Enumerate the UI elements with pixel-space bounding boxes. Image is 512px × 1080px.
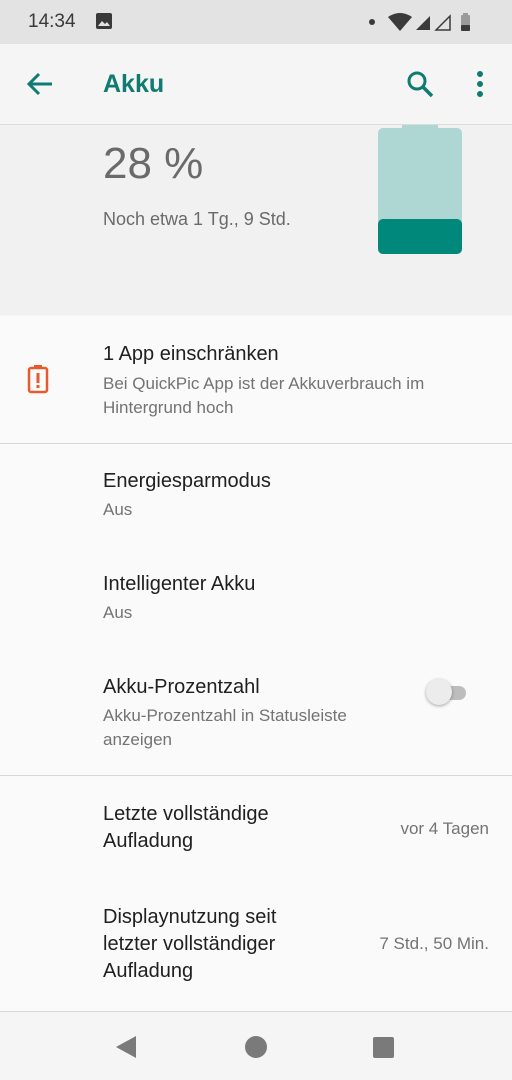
- battery-header: 28 % Noch etwa 1 Tg., 9 Std.: [0, 125, 512, 315]
- battery-percent: 28 %: [103, 139, 204, 188]
- app-bar: Akku: [0, 44, 512, 125]
- recents-square-icon[interactable]: [373, 1037, 394, 1058]
- energy-saver-title: Energiesparmodus: [103, 470, 271, 492]
- usage-section: Letzte vollständige Aufladung vor 4 Tage…: [0, 776, 512, 1011]
- status-time: 14:34: [28, 11, 76, 32]
- back-arrow-icon[interactable]: [22, 66, 58, 102]
- signal-empty-icon: [434, 14, 451, 31]
- image-notification-icon: [95, 12, 113, 35]
- last-full-charge-title-line2: Aufladung: [103, 830, 194, 852]
- battery-settings-section: Energiesparmodus Aus Intelligenter Akku …: [0, 444, 512, 775]
- wifi-icon: [388, 13, 412, 31]
- energy-saver-row[interactable]: Energiesparmodus Aus: [0, 444, 512, 546]
- search-icon[interactable]: [402, 66, 438, 102]
- last-full-charge-value: vor 4 Tagen: [400, 819, 489, 838]
- home-circle-icon[interactable]: [245, 1036, 267, 1058]
- battery-percentage-title: Akku-Prozentzahl: [103, 676, 260, 698]
- navigation-bar: [0, 1012, 512, 1080]
- back-triangle-icon[interactable]: [114, 1034, 138, 1060]
- toggle-thumb: [426, 679, 452, 705]
- restrict-app-title: 1 App einschränken: [103, 343, 279, 365]
- energy-saver-status: Aus: [103, 500, 133, 519]
- smart-battery-row[interactable]: Intelligenter Akku Aus: [0, 546, 512, 650]
- battery-fill: [378, 219, 462, 254]
- screen-usage-value: 7 Std., 50 Min.: [379, 934, 489, 953]
- notification-dot-icon: [369, 19, 375, 25]
- restrict-app-subtitle-line2: Hintergrund hoch: [103, 398, 234, 417]
- restrict-app-section: 1 App einschränken Bei QuickPic App ist …: [0, 316, 512, 443]
- smart-battery-status: Aus: [103, 603, 133, 622]
- status-icons: [364, 10, 484, 34]
- page-title: Akku: [103, 70, 165, 98]
- battery-percentage-subtitle-line1: Akku-Prozentzahl in Statusleiste: [103, 706, 347, 725]
- screen-usage-title-line2: letzter vollständiger: [103, 933, 276, 955]
- smart-battery-title: Intelligenter Akku: [103, 573, 256, 595]
- battery-percentage-row[interactable]: Akku-Prozentzahl Akku-Prozentzahl in Sta…: [0, 650, 512, 775]
- last-full-charge-title-line1: Letzte vollständige: [103, 803, 269, 825]
- restrict-app-subtitle-line1: Bei QuickPic App ist der Akkuverbrauch i…: [103, 374, 425, 393]
- screen-usage-title-line3: Aufladung: [103, 960, 194, 982]
- battery-percentage-toggle[interactable]: [426, 678, 474, 706]
- battery-percentage-subtitle-line2: anzeigen: [103, 730, 173, 749]
- battery-status-icon: [461, 13, 470, 31]
- battery-remaining-time: Noch etwa 1 Tg., 9 Std.: [103, 209, 291, 229]
- more-options-icon[interactable]: [464, 66, 496, 102]
- signal-icon: [416, 16, 430, 30]
- restrict-app-row[interactable]: 1 App einschränken Bei QuickPic App ist …: [0, 316, 512, 443]
- screen-usage-row: Displaynutzung seit letzter vollständige…: [0, 876, 512, 1011]
- screen-usage-title-line1: Displaynutzung seit: [103, 906, 277, 928]
- battery-alert-icon: [26, 364, 50, 399]
- status-bar: 14:34: [0, 0, 512, 44]
- last-full-charge-row: Letzte vollständige Aufladung vor 4 Tage…: [0, 776, 512, 876]
- battery-level-graphic: [378, 125, 462, 254]
